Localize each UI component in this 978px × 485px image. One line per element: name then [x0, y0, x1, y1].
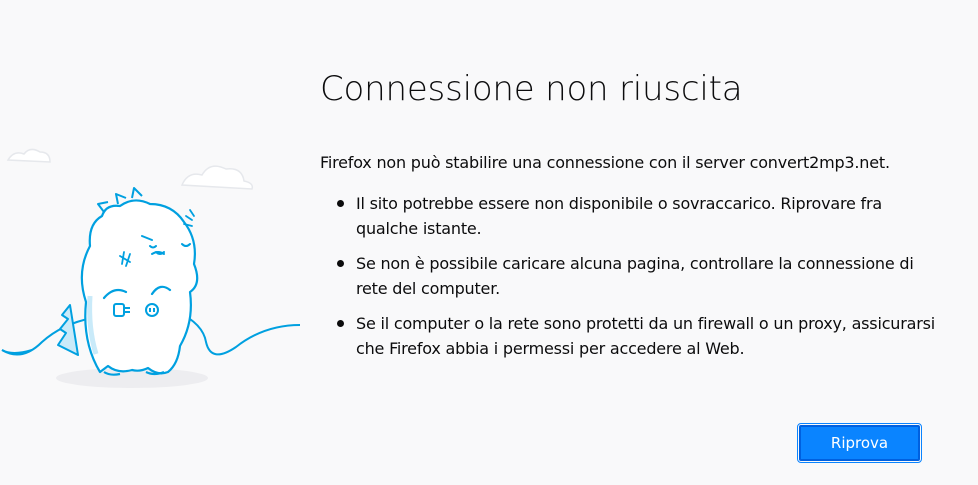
list-item-text: Se il computer o la rete sono protetti d… [356, 314, 935, 358]
retry-button[interactable]: Riprova [797, 423, 922, 463]
unplugged-dinosaur-illustration [0, 140, 310, 400]
error-content: Connessione non riuscita Firefox non può… [320, 62, 940, 371]
bullet-icon [337, 260, 344, 267]
error-page: Connessione non riuscita Firefox non può… [0, 0, 978, 485]
suggestion-list: Il sito potrebbe essere non disponibile … [320, 191, 940, 361]
list-item: Se il computer o la rete sono protetti d… [337, 311, 940, 361]
cloud-icon [6, 148, 254, 190]
bullet-icon [337, 200, 344, 207]
list-item-text: Se non è possibile caricare alcuna pagin… [356, 254, 914, 298]
error-description: Firefox non può stabilire una connession… [320, 153, 890, 172]
list-item-text: Il sito potrebbe essere non disponibile … [356, 194, 882, 238]
list-item: Il sito potrebbe essere non disponibile … [337, 191, 940, 241]
page-title: Connessione non riuscita [320, 69, 743, 109]
list-item: Se non è possibile caricare alcuna pagin… [337, 251, 940, 301]
bullet-icon [337, 320, 344, 327]
